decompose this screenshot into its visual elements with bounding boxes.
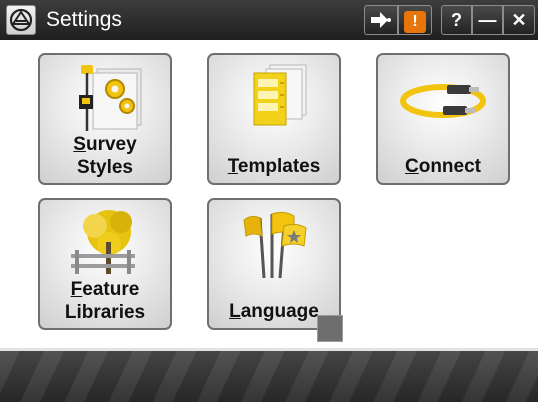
settings-tile-grid: Survey Styles Templates Connect Feature … <box>0 40 538 348</box>
templates-icon <box>253 64 307 126</box>
trimble-logo-icon[interactable] <box>6 5 36 35</box>
feature-libraries-button[interactable]: Feature Libraries <box>38 198 172 330</box>
close-button[interactable]: ✕ <box>503 5 535 35</box>
survey-styles-button[interactable]: Survey Styles <box>38 53 172 185</box>
feature-libraries-label: Feature Libraries <box>64 279 146 323</box>
templates-label: Templates <box>227 156 321 177</box>
alert-icon: ! <box>404 11 426 33</box>
bottom-bar <box>0 351 538 402</box>
feature-libraries-icon <box>71 210 135 274</box>
switch-app-button[interactable] <box>364 5 398 35</box>
language-button[interactable]: Language <box>207 198 341 330</box>
switch-app-icon <box>371 12 391 28</box>
language-icon <box>243 211 307 279</box>
connect-button[interactable]: Connect <box>376 53 510 185</box>
alert-button[interactable]: ! <box>398 5 432 35</box>
minimize-button[interactable]: — <box>472 5 503 35</box>
cursor-marker <box>317 315 343 342</box>
settings-screen: Settings ! ? — ✕ Survey Styles Templates… <box>0 0 538 402</box>
connect-icon <box>400 84 486 118</box>
connect-label: Connect <box>404 156 481 177</box>
title-bar: Settings ! ? — ✕ <box>0 0 538 40</box>
page-title: Settings <box>46 8 122 31</box>
help-button[interactable]: ? <box>441 5 472 35</box>
templates-button[interactable]: Templates <box>207 53 341 185</box>
survey-styles-label: Survey Styles <box>73 134 137 178</box>
survey-styles-icon <box>79 65 142 131</box>
